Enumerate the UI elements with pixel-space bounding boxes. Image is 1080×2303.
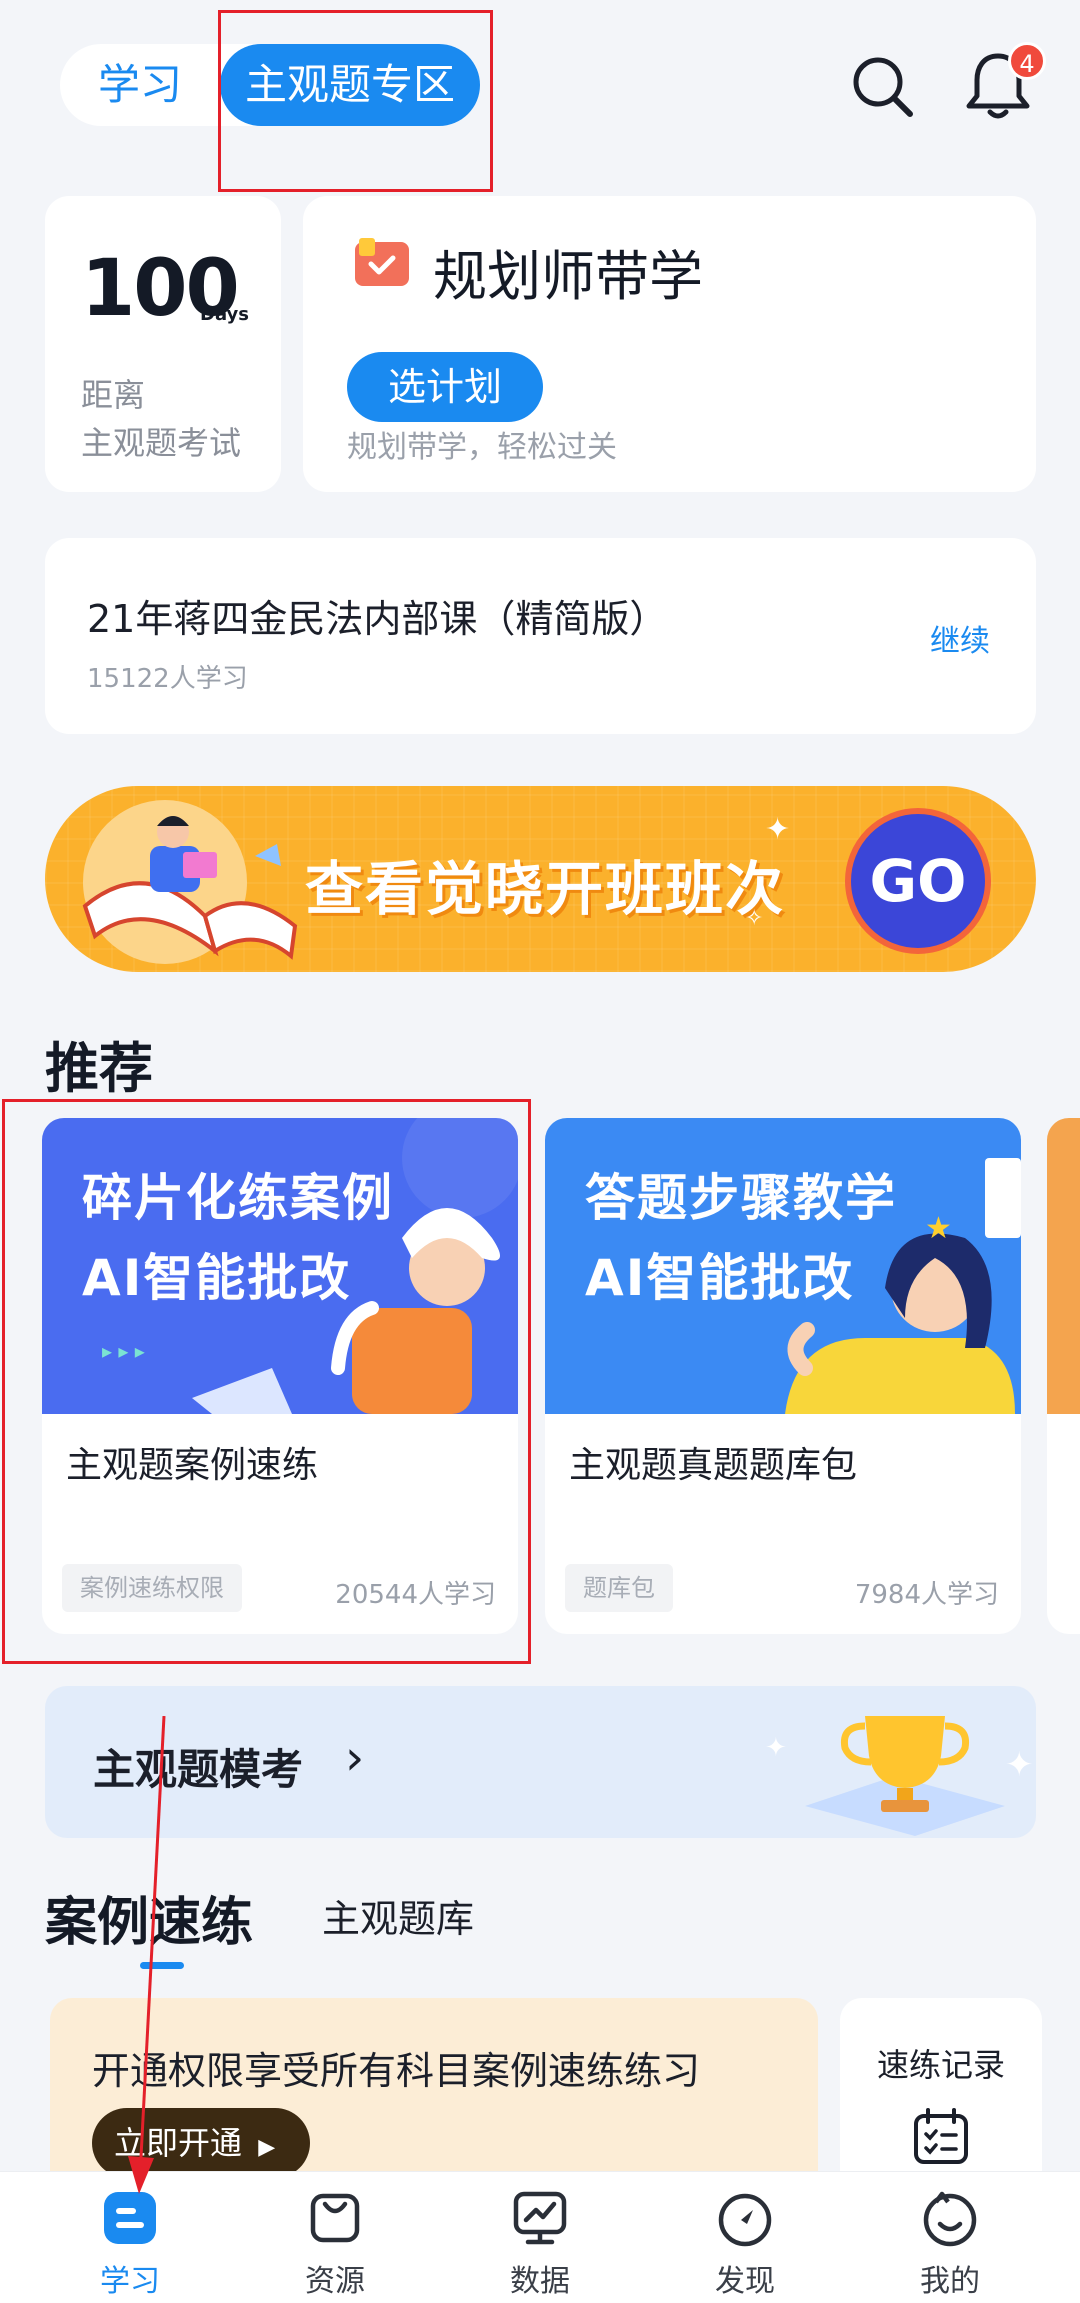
calendar-check-icon <box>914 2108 968 2164</box>
nav-resources[interactable]: 资源 <box>235 2172 435 2303</box>
nav-me[interactable]: 我的 <box>850 2172 1050 2303</box>
nav-study-label: 学习 <box>100 2264 160 2299</box>
question-bank-tag: 题库包 <box>565 1564 673 1612</box>
compass-icon <box>718 2193 772 2247</box>
question-bank-cover: ★ 答题步骤教学 AI智能批改 <box>545 1118 1021 1414</box>
chart-monitor-icon <box>513 2191 567 2245</box>
highlight-box-tab <box>218 10 493 192</box>
svg-text:✦: ✦ <box>1005 1745 1034 1785</box>
recommend-section-title: 推荐 <box>45 1037 153 1100</box>
planner-card[interactable]: 规划师带学 选计划 规划带学，轻松过关 <box>303 196 1036 492</box>
nav-me-label: 我的 <box>920 2264 980 2299</box>
search-icon[interactable] <box>848 52 918 122</box>
face-icon <box>923 2191 977 2247</box>
play-triangle-icon: ▶ <box>258 2135 276 2160</box>
go-button[interactable]: GO <box>845 808 991 954</box>
question-bank-cover-line2: AI智能批改 <box>585 1249 855 1307</box>
notification-badge: 4 <box>1008 42 1046 80</box>
exam-countdown-card[interactable]: 100 Days 距离 主观题考试 <box>45 196 281 492</box>
question-bank-learners: 7984人学习 <box>854 1580 999 1610</box>
tab-learn[interactable]: 学习 <box>60 44 220 126</box>
countdown-label-line2: 主观题考试 <box>81 424 242 462</box>
bag-icon <box>310 2193 360 2243</box>
countdown-unit: Days <box>200 304 249 325</box>
recommend-card-question-bank[interactable]: ★ 答题步骤教学 AI智能批改 主观题真题题库包 题库包 7984人学习 <box>545 1118 1021 1634</box>
reading-student-illustration <box>82 800 298 964</box>
nav-discover-label: 发现 <box>715 2264 775 2299</box>
highlight-box-recommend <box>2 1099 531 1664</box>
next-card-cover <box>1047 1118 1080 1414</box>
planner-title: 规划师带学 <box>433 245 703 308</box>
banner-text: 查看觉晓开班班次 <box>305 855 786 923</box>
chevron-right-icon: › <box>345 1730 365 1786</box>
planner-subtitle: 规划带学，轻松过关 <box>347 430 617 465</box>
planner-book-icon <box>355 238 409 286</box>
mock-exam-entry[interactable]: 主观题模考 › ✦ ✦ <box>45 1686 1036 1838</box>
trophy-icon: ✦ ✦ <box>765 1716 1034 1836</box>
question-bank-cover-line1: 答题步骤教学 <box>585 1169 897 1227</box>
sparkle-icon-small: ✧ <box>745 906 764 931</box>
course-learners: 15122人学习 <box>87 664 248 694</box>
nav-data[interactable]: 数据 <box>440 2172 640 2303</box>
course-title: 21年蒋四金民法内部课（精简版） <box>87 597 668 641</box>
practice-log-label: 速练记录 <box>876 2046 1005 2084</box>
recommend-card-next-peek[interactable] <box>1047 1118 1080 1634</box>
nav-discover[interactable]: 发现 <box>645 2172 845 2303</box>
continue-link[interactable]: 继续 <box>930 616 990 660</box>
class-schedule-banner[interactable]: 查看觉晓开班班次 ✦ ✧ GO <box>45 786 1036 972</box>
countdown-label-line1: 距离 <box>81 376 146 414</box>
tab-subjective-bank[interactable]: 主观题库 <box>322 1888 474 1943</box>
unlock-promo-text: 开通权限享受所有科目案例速练练习 <box>92 2049 701 2093</box>
choose-plan-button[interactable]: 选计划 <box>347 352 543 422</box>
recent-course-card[interactable]: 21年蒋四金民法内部课（精简版） 15122人学习 继续 <box>45 538 1036 734</box>
study-icon <box>104 2192 156 2244</box>
red-annotation-arrow <box>128 1716 166 2194</box>
svg-text:✦: ✦ <box>765 1733 787 1763</box>
top-bar: 学习 主观题专区 4 <box>0 0 1080 180</box>
nav-resources-label: 资源 <box>305 2264 365 2299</box>
svg-text:★: ★ <box>925 1211 952 1246</box>
question-bank-name: 主观题真题题库包 <box>569 1445 858 1486</box>
sparkle-icon: ✦ <box>765 812 791 847</box>
nav-data-label: 数据 <box>510 2264 570 2299</box>
